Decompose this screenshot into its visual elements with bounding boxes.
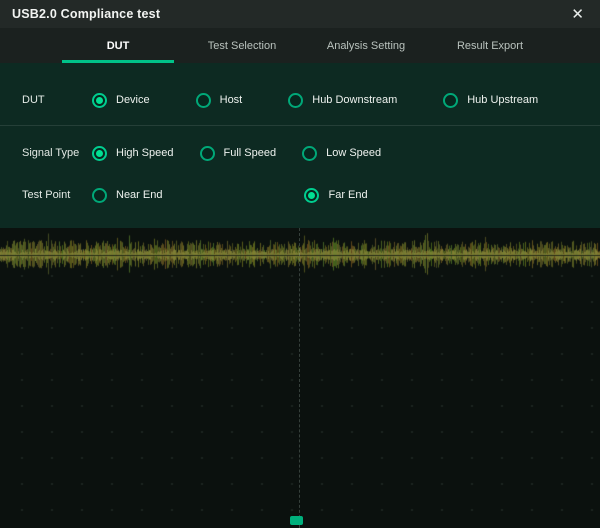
radio-selected-icon [92, 93, 107, 108]
signal-type-row-label: Signal Type [22, 147, 92, 159]
scope-display [0, 228, 600, 528]
tabbar: DUT Test Selection Analysis Setting Resu… [0, 28, 600, 63]
radio-device[interactable]: Device [92, 93, 150, 108]
usb-compliance-dialog: USB2.0 Compliance test ✕ DUT Test Select… [0, 0, 600, 528]
radio-unselected-icon [288, 93, 303, 108]
tab-test-selection[interactable]: Test Selection [182, 28, 302, 63]
radio-selected-icon [92, 146, 107, 161]
radio-label: High Speed [116, 147, 174, 159]
radio-full-speed[interactable]: Full Speed [200, 146, 277, 161]
radio-label: Low Speed [326, 147, 381, 159]
dut-settings-panel: DUT Device Host Hub Downstream Hub Upstr… [0, 63, 600, 228]
waveform-trace [0, 230, 600, 282]
close-icon[interactable]: ✕ [567, 5, 588, 24]
radio-host[interactable]: Host [196, 93, 243, 108]
trigger-position-marker[interactable] [290, 516, 303, 525]
radio-hub-upstream[interactable]: Hub Upstream [443, 93, 538, 108]
radio-unselected-icon [92, 188, 107, 203]
section-divider [0, 125, 600, 126]
radio-low-speed[interactable]: Low Speed [302, 146, 381, 161]
test-point-row: Test Point Near End Far End [0, 174, 600, 216]
dut-row-label: DUT [22, 94, 92, 106]
radio-selected-icon [304, 188, 319, 203]
radio-high-speed[interactable]: High Speed [92, 146, 174, 161]
tab-result-export[interactable]: Result Export [430, 28, 550, 63]
window-title: USB2.0 Compliance test [12, 7, 160, 21]
radio-label: Far End [328, 189, 367, 201]
test-point-row-label: Test Point [22, 189, 92, 201]
dut-row: DUT Device Host Hub Downstream Hub Upstr… [0, 79, 600, 121]
radio-unselected-icon [200, 146, 215, 161]
radio-unselected-icon [302, 146, 317, 161]
radio-far-end[interactable]: Far End [304, 188, 367, 203]
radio-near-end[interactable]: Near End [92, 188, 162, 203]
signal-type-row: Signal Type High Speed Full Speed Low Sp… [0, 132, 600, 174]
radio-label: Full Speed [224, 147, 277, 159]
radio-unselected-icon [196, 93, 211, 108]
tab-dut[interactable]: DUT [58, 28, 178, 63]
radio-hub-downstream[interactable]: Hub Downstream [288, 93, 397, 108]
radio-label: Hub Downstream [312, 94, 397, 106]
radio-label: Device [116, 94, 150, 106]
radio-unselected-icon [443, 93, 458, 108]
radio-label: Hub Upstream [467, 94, 538, 106]
titlebar: USB2.0 Compliance test ✕ [0, 0, 600, 28]
radio-label: Near End [116, 189, 162, 201]
tab-analysis-setting[interactable]: Analysis Setting [306, 28, 426, 63]
radio-label: Host [220, 94, 243, 106]
trigger-position-dashed-line [299, 228, 300, 528]
